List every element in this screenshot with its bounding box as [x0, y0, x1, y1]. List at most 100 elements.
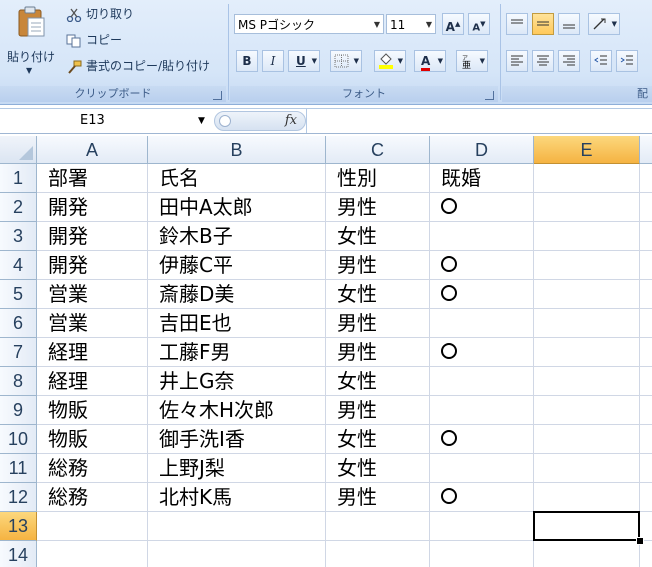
row-header-14[interactable]: 14: [0, 541, 37, 567]
cell-f4[interactable]: [640, 251, 652, 280]
orientation-button[interactable]: ▼: [588, 13, 620, 35]
cell-d5[interactable]: [430, 280, 534, 309]
cell-c13[interactable]: [326, 512, 430, 541]
cell-b9[interactable]: 佐々木H次郎: [148, 396, 326, 425]
cell-c9[interactable]: 男性: [326, 396, 430, 425]
cell-b12[interactable]: 北村K馬: [148, 483, 326, 512]
format-painter-button[interactable]: 書式のコピー/貼り付け: [66, 56, 210, 76]
cell-a2[interactable]: 開発: [37, 193, 148, 222]
column-header-c[interactable]: C: [326, 136, 430, 164]
bold-button[interactable]: B: [236, 50, 258, 72]
cell-f11[interactable]: [640, 454, 652, 483]
cell-c3[interactable]: 女性: [326, 222, 430, 251]
name-box[interactable]: E13 ▼: [0, 109, 212, 133]
cell-c12[interactable]: 男性: [326, 483, 430, 512]
cell-b7[interactable]: 工藤F男: [148, 338, 326, 367]
row-header-11[interactable]: 11: [0, 454, 37, 483]
cell-a11[interactable]: 総務: [37, 454, 148, 483]
align-bottom-button[interactable]: [558, 13, 580, 35]
cell-a6[interactable]: 営業: [37, 309, 148, 338]
cell-c11[interactable]: 女性: [326, 454, 430, 483]
row-header-3[interactable]: 3: [0, 222, 37, 251]
cell-f10[interactable]: [640, 425, 652, 454]
column-header-a[interactable]: A: [37, 136, 148, 164]
cell-c2[interactable]: 男性: [326, 193, 430, 222]
cell-f9[interactable]: [640, 396, 652, 425]
cell-e4[interactable]: [534, 251, 640, 280]
cell-c5[interactable]: 女性: [326, 280, 430, 309]
cell-d8[interactable]: [430, 367, 534, 396]
cell-d9[interactable]: [430, 396, 534, 425]
formula-input[interactable]: [306, 109, 652, 133]
cell-e14[interactable]: [534, 541, 640, 567]
cell-f1[interactable]: [640, 164, 652, 193]
decrease-indent-button[interactable]: [590, 50, 612, 72]
borders-button[interactable]: ▼: [330, 50, 362, 72]
cell-d2[interactable]: [430, 193, 534, 222]
column-header-b[interactable]: B: [148, 136, 326, 164]
cell-f5[interactable]: [640, 280, 652, 309]
phonetic-button[interactable]: ア 亜 ▼: [456, 50, 488, 72]
cell-b13[interactable]: [148, 512, 326, 541]
cell-a5[interactable]: 営業: [37, 280, 148, 309]
row-header-13[interactable]: 13: [0, 512, 37, 541]
cell-c10[interactable]: 女性: [326, 425, 430, 454]
cell-f2[interactable]: [640, 193, 652, 222]
cell-a7[interactable]: 経理: [37, 338, 148, 367]
font-name-select[interactable]: MS Pゴシック ▼: [234, 14, 384, 34]
cell-e1[interactable]: [534, 164, 640, 193]
row-header-9[interactable]: 9: [0, 396, 37, 425]
clipboard-dialog-launcher-icon[interactable]: [213, 91, 222, 100]
column-header-e[interactable]: E: [534, 136, 640, 164]
cell-a12[interactable]: 総務: [37, 483, 148, 512]
cut-button[interactable]: 切り取り: [66, 4, 134, 24]
row-header-7[interactable]: 7: [0, 338, 37, 367]
cell-d12[interactable]: [430, 483, 534, 512]
cell-c1[interactable]: 性別: [326, 164, 430, 193]
cell-b5[interactable]: 斎藤D美: [148, 280, 326, 309]
fill-handle[interactable]: [636, 537, 644, 545]
row-header-12[interactable]: 12: [0, 483, 37, 512]
cell-d14[interactable]: [430, 541, 534, 567]
cell-e11[interactable]: [534, 454, 640, 483]
cell-a14[interactable]: [37, 541, 148, 567]
row-header-2[interactable]: 2: [0, 193, 37, 222]
select-all-corner[interactable]: [0, 136, 37, 164]
shrink-font-button[interactable]: A▼: [468, 13, 490, 35]
cell-b6[interactable]: 吉田E也: [148, 309, 326, 338]
fill-color-button[interactable]: ▼: [374, 50, 406, 72]
cell-b2[interactable]: 田中A太郎: [148, 193, 326, 222]
row-header-6[interactable]: 6: [0, 309, 37, 338]
cell-e8[interactable]: [534, 367, 640, 396]
cell-f7[interactable]: [640, 338, 652, 367]
cell-e7[interactable]: [534, 338, 640, 367]
cell-d1[interactable]: 既婚: [430, 164, 534, 193]
cell-d6[interactable]: [430, 309, 534, 338]
italic-button[interactable]: I: [262, 50, 284, 72]
cell-e2[interactable]: [534, 193, 640, 222]
grow-font-button[interactable]: A▲: [442, 13, 464, 35]
insert-function-icon[interactable]: fx: [285, 112, 297, 130]
splitter-handle-icon[interactable]: [219, 115, 231, 127]
font-dialog-launcher-icon[interactable]: [485, 91, 494, 100]
column-header-d[interactable]: D: [430, 136, 534, 164]
cell-c6[interactable]: 男性: [326, 309, 430, 338]
cell-c7[interactable]: 男性: [326, 338, 430, 367]
cell-d4[interactable]: [430, 251, 534, 280]
align-right-button[interactable]: [558, 50, 580, 72]
cell-b1[interactable]: 氏名: [148, 164, 326, 193]
cell-f12[interactable]: [640, 483, 652, 512]
row-header-4[interactable]: 4: [0, 251, 37, 280]
cell-d13[interactable]: [430, 512, 534, 541]
align-center-button[interactable]: [532, 50, 554, 72]
cell-b4[interactable]: 伊藤C平: [148, 251, 326, 280]
row-header-5[interactable]: 5: [0, 280, 37, 309]
paste-button[interactable]: 貼り付け ▼: [4, 4, 58, 80]
cell-d7[interactable]: [430, 338, 534, 367]
row-header-8[interactable]: 8: [0, 367, 37, 396]
cell-b14[interactable]: [148, 541, 326, 567]
cell-c4[interactable]: 男性: [326, 251, 430, 280]
cell-b10[interactable]: 御手洗I香: [148, 425, 326, 454]
cell-c8[interactable]: 女性: [326, 367, 430, 396]
cell-c14[interactable]: [326, 541, 430, 567]
